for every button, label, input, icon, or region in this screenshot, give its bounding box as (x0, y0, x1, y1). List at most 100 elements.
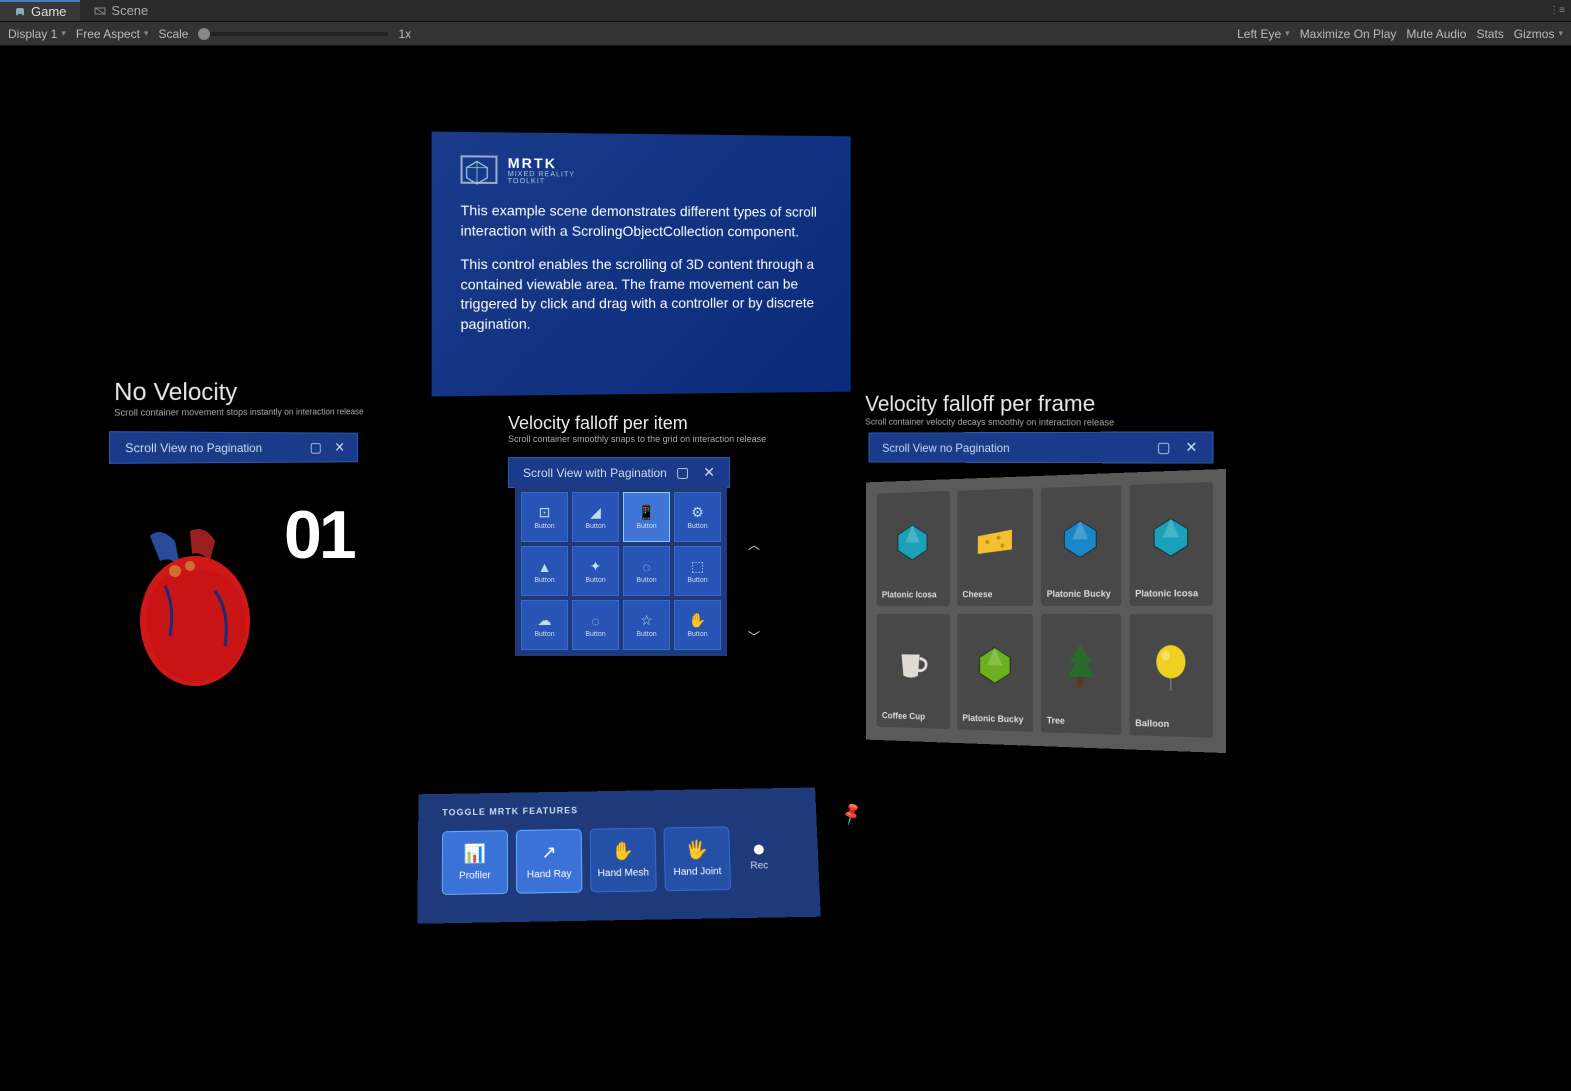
gallery-thumb (882, 497, 944, 586)
button-label: Button (534, 631, 554, 638)
toggle-icon: 🖐 (685, 840, 708, 861)
restore-icon[interactable]: ▢ (310, 439, 322, 456)
gallery-label: Cheese (962, 589, 1027, 600)
grid-button[interactable]: ⬚Button (674, 546, 721, 596)
mrtk-logo-icon (461, 155, 498, 184)
grid-button[interactable]: ◌Button (572, 600, 619, 650)
section-falloff-frame: Velocity falloff per frame Scroll contai… (865, 390, 1114, 427)
scale-label: Scale (158, 27, 188, 41)
gallery-label: Platonic Bucky (962, 713, 1027, 726)
gallery-label: Tree (1047, 715, 1115, 728)
button-label: Button (636, 631, 656, 638)
grid-button[interactable]: ✦ Button (572, 546, 619, 596)
restore-icon[interactable]: ▢ (676, 464, 689, 481)
button-icon: ⚙ (691, 504, 704, 521)
toggle-icon: 📊 (464, 843, 486, 864)
window-bar-3[interactable]: Scroll View no Pagination ▢ ✕ (869, 431, 1214, 463)
heart-model-icon (120, 516, 280, 696)
toggle-button-hand-joint[interactable]: 🖐 Hand Joint (663, 826, 731, 891)
tab-scene[interactable]: Scene (80, 0, 162, 21)
grid-button[interactable]: ⚙ Button (674, 492, 721, 542)
game-icon (14, 6, 26, 18)
grid-button[interactable]: ☁Button (521, 600, 568, 650)
window-title: Scroll View no Pagination (882, 441, 1009, 455)
close-icon[interactable]: ✕ (1185, 439, 1197, 457)
grid-button[interactable]: 📱Button (623, 492, 670, 542)
grid-button[interactable]: ▲ Button (521, 546, 568, 596)
tab-game[interactable]: Game (0, 0, 80, 21)
toggle-title: TOGGLE MRTK FEATURES (442, 802, 792, 818)
gallery-card[interactable]: Coffee Cup (877, 614, 950, 729)
aspect-dropdown[interactable]: Free Aspect▾ (76, 27, 149, 41)
grid-button[interactable]: ⊡ Button (521, 492, 568, 542)
gallery-card[interactable]: Platonic Bucky (1041, 485, 1121, 606)
logo-sub2: TOOLKIT (508, 178, 575, 186)
chevron-down-icon: ▾ (1285, 28, 1290, 39)
toggle-button-hand-ray[interactable]: ↗Hand Ray (516, 829, 583, 894)
tab-game-label: Game (31, 4, 66, 19)
logo-title: MRTK (508, 155, 575, 172)
close-icon[interactable]: ✕ (703, 464, 715, 481)
stats-toggle[interactable]: Stats (1476, 27, 1503, 41)
toggle-button-hand-mesh[interactable]: ✋Hand Mesh (590, 828, 657, 893)
game-view[interactable]: MRTK MIXED REALITY TOOLKIT This example … (0, 46, 1571, 1091)
button-icon: ✦ (590, 558, 602, 575)
eye-dropdown[interactable]: Left Eye▾ (1237, 27, 1290, 41)
toggle-features-panel: TOGGLE MRTK FEATURES 📊 Profiler ↗Hand Ray✋… (417, 787, 820, 923)
grid-button[interactable]: ☆Button (623, 600, 670, 650)
chevron-down-icon: ▾ (144, 28, 149, 39)
button-grid-panel[interactable]: ⊡ Button ◢Button📱Button ⚙ Button ▲ Button ✦ Butt… (515, 486, 727, 656)
page-up-button[interactable]: ︿ (748, 536, 760, 553)
page-down-button[interactable]: ﹀ (748, 628, 760, 645)
grid-button[interactable]: ◢Button (572, 492, 619, 542)
button-icon: ⬚ (691, 558, 704, 575)
pin-icon[interactable]: 📌 (838, 800, 865, 827)
gallery-label: Balloon (1135, 718, 1206, 731)
section-no-velocity: No Velocity Scroll container movement st… (114, 378, 364, 418)
toggle-button-profiler[interactable]: 📊 Profiler (442, 830, 508, 895)
gallery-card[interactable]: Platonic Bucky (957, 614, 1033, 732)
scale-slider[interactable] (198, 32, 388, 36)
mute-toggle[interactable]: Mute Audio (1406, 27, 1466, 41)
display-dropdown[interactable]: Display 1▾ (8, 27, 66, 41)
gallery-card[interactable]: Platonic Icosa (1129, 482, 1213, 606)
button-label: Button (687, 523, 707, 530)
window-bar-1[interactable]: Scroll View no Pagination ▢ ✕ (109, 431, 358, 464)
info-paragraph-2: This control enables the scrolling of 3D… (461, 255, 824, 335)
rec-dot-icon (754, 844, 764, 854)
toggle-label: Profiler (459, 870, 491, 882)
restore-icon[interactable]: ▢ (1157, 439, 1171, 457)
chevron-down-icon: ▾ (61, 28, 66, 39)
gallery-card[interactable]: Platonic Icosa (877, 491, 950, 606)
button-label: Button (534, 577, 554, 584)
button-icon: ✋ (689, 612, 706, 629)
gallery-card[interactable]: Tree (1041, 614, 1121, 735)
gallery-card[interactable]: Balloon (1129, 614, 1213, 738)
gallery-label: Platonic Icosa (1135, 588, 1206, 600)
gizmos-dropdown[interactable]: Gizmos▾ (1514, 27, 1563, 41)
gallery-card[interactable]: Cheese (957, 488, 1033, 606)
window-bar-2[interactable]: Scroll View with Pagination ▢✕ (508, 457, 730, 488)
grid-button[interactable]: ◌Button (623, 546, 670, 596)
tab-bar: Game Scene ⋮≡ (0, 0, 1571, 22)
gallery-thumb (962, 620, 1027, 711)
maximize-toggle[interactable]: Maximize On Play (1300, 27, 1397, 41)
game-toolbar: Display 1▾ Free Aspect▾ Scale 1x Left Ey… (0, 22, 1571, 46)
rec-button[interactable]: Rec (750, 844, 769, 871)
button-icon: ⊡ (539, 504, 551, 521)
grid-button[interactable]: ✋Button (674, 600, 721, 650)
button-icon: ▲ (538, 559, 552, 575)
window-title: Scroll View no Pagination (125, 440, 262, 455)
close-icon[interactable]: ✕ (334, 439, 344, 455)
button-label: Button (534, 523, 554, 530)
tab-options-icon[interactable]: ⋮≡ (1549, 5, 1565, 16)
slider-thumb[interactable] (198, 28, 210, 40)
button-label: Button (585, 577, 605, 584)
gallery-panel[interactable]: Platonic Icosa Cheese Platonic Bucky Platon… (866, 469, 1226, 753)
button-label: Button (585, 631, 605, 638)
gallery-thumb (882, 620, 944, 709)
toggle-label: Hand Joint (673, 866, 721, 878)
gallery-thumb (1047, 620, 1115, 713)
rec-label: Rec (750, 860, 768, 871)
section-falloff-item: Velocity falloff per item Scroll contain… (508, 413, 766, 444)
